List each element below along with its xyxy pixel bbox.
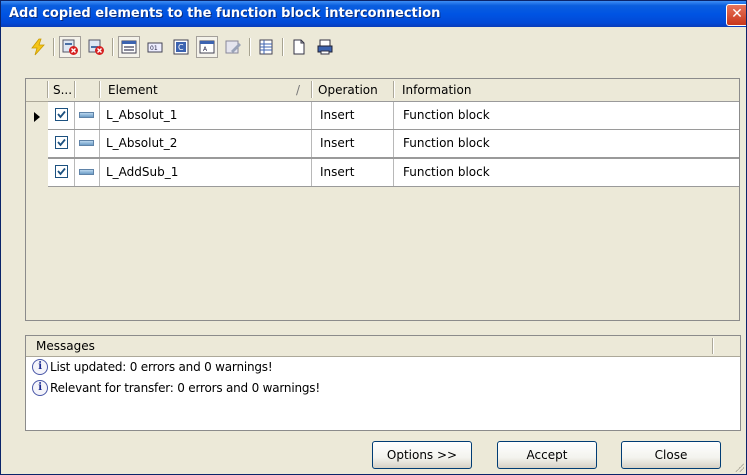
edit-icon[interactable] bbox=[222, 36, 244, 58]
messages-header: Messages bbox=[26, 336, 740, 357]
row-checkbox[interactable] bbox=[55, 165, 68, 178]
table-row[interactable]: L_Absolut_1 Insert Function block bbox=[48, 101, 739, 130]
function-block-icon bbox=[79, 112, 94, 118]
window-title: Add copied elements to the function bloc… bbox=[9, 6, 441, 21]
function-block-icon bbox=[79, 140, 94, 146]
information-value: Function block bbox=[403, 136, 490, 150]
info-icon: i bbox=[32, 380, 48, 396]
information-value: Function block bbox=[403, 165, 490, 179]
function-block-icon[interactable] bbox=[118, 36, 140, 58]
messages-title[interactable]: Messages bbox=[36, 339, 95, 353]
close-window-button[interactable]: ✕ bbox=[726, 4, 746, 26]
elements-grid: S... Element / Operation Information L_A… bbox=[25, 78, 740, 321]
new-page-icon[interactable] bbox=[288, 36, 310, 58]
delete-all-icon[interactable] bbox=[85, 36, 107, 58]
title-bar[interactable]: Add copied elements to the function bloc… bbox=[1, 1, 746, 27]
information-value: Function block bbox=[403, 108, 490, 122]
accept-button[interactable]: Accept bbox=[497, 441, 597, 469]
row-checkbox[interactable] bbox=[55, 108, 68, 121]
constant-icon[interactable]: C bbox=[170, 36, 192, 58]
close-button[interactable]: Close bbox=[621, 441, 721, 469]
grid-header: S... Element / Operation Information bbox=[26, 79, 739, 102]
message-text: List updated: 0 errors and 0 warnings! bbox=[50, 360, 273, 374]
element-name: L_Absolut_1 bbox=[106, 108, 178, 122]
message-text: Relevant for transfer: 0 errors and 0 wa… bbox=[50, 381, 320, 395]
message-item[interactable]: i List updated: 0 errors and 0 warnings! bbox=[32, 358, 273, 376]
table-icon[interactable] bbox=[255, 36, 277, 58]
operation-value: Insert bbox=[320, 165, 355, 179]
print-icon[interactable] bbox=[314, 36, 336, 58]
svg-text:01: 01 bbox=[150, 45, 158, 52]
sort-indicator-icon: / bbox=[296, 83, 301, 97]
column-header-status[interactable]: S... bbox=[53, 81, 72, 99]
column-header-element[interactable]: Element bbox=[108, 81, 158, 99]
variable-icon[interactable]: 01 bbox=[144, 36, 166, 58]
comment-icon[interactable]: A bbox=[196, 36, 218, 58]
function-block-icon bbox=[79, 169, 94, 175]
column-header-operation[interactable]: Operation bbox=[318, 81, 378, 99]
current-row-indicator-icon bbox=[34, 112, 40, 122]
message-item[interactable]: i Relevant for transfer: 0 errors and 0 … bbox=[32, 379, 320, 397]
svg-text:C: C bbox=[178, 43, 184, 52]
table-row[interactable]: L_AddSub_1 Insert Function block bbox=[48, 158, 739, 187]
messages-panel: Messages i List updated: 0 errors and 0 … bbox=[25, 335, 741, 431]
operation-value: Insert bbox=[320, 136, 355, 150]
row-checkbox[interactable] bbox=[55, 136, 68, 149]
element-name: L_Absolut_2 bbox=[106, 136, 178, 150]
element-name: L_AddSub_1 bbox=[106, 165, 179, 179]
delete-selected-icon[interactable] bbox=[59, 36, 81, 58]
toolbar: 01 C A bbox=[27, 34, 746, 64]
column-header-information[interactable]: Information bbox=[402, 81, 471, 99]
operation-value: Insert bbox=[320, 108, 355, 122]
dialog-window: Add copied elements to the function bloc… bbox=[0, 0, 747, 475]
resize-grip-icon[interactable] bbox=[734, 462, 744, 472]
options-button[interactable]: Options >> bbox=[372, 441, 472, 469]
lightning-icon[interactable] bbox=[27, 36, 49, 58]
table-row[interactable]: L_Absolut_2 Insert Function block bbox=[48, 129, 739, 158]
info-icon: i bbox=[32, 359, 48, 375]
